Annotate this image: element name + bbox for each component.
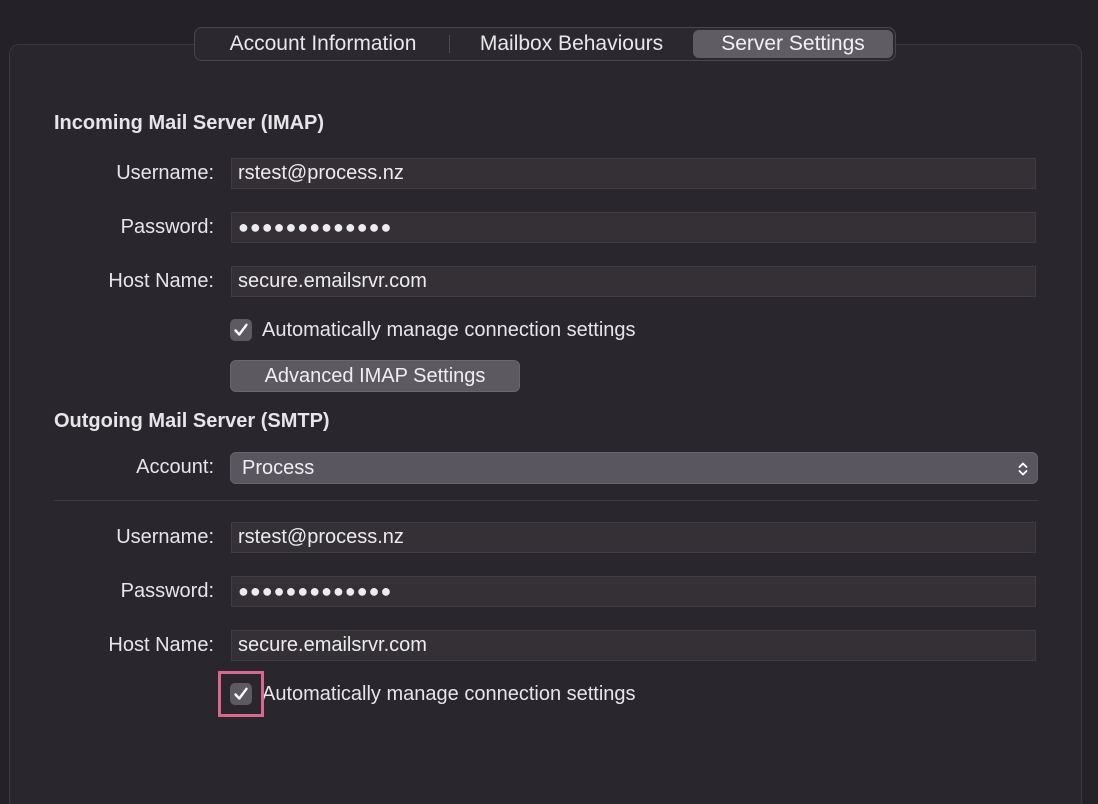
outgoing-account-label: Account: <box>136 456 214 478</box>
tab-mailbox-behaviours[interactable]: Mailbox Behaviours <box>450 30 693 58</box>
outgoing-hostname-field[interactable]: secure.emailsrvr.com <box>231 630 1036 661</box>
incoming-auto-manage-row: Automatically manage connection settings <box>230 318 636 342</box>
incoming-auto-manage-label: Automatically manage connection settings <box>262 318 636 341</box>
incoming-username-field[interactable]: rstest@process.nz <box>231 158 1036 189</box>
outgoing-hostname-label: Host Name: <box>108 634 214 656</box>
outgoing-username-field[interactable]: rstest@process.nz <box>231 522 1036 553</box>
incoming-section-title: Incoming Mail Server (IMAP) <box>54 112 325 134</box>
outgoing-auto-manage-label: Automatically manage connection settings <box>262 682 636 705</box>
outgoing-account-select[interactable]: Process <box>230 452 1038 484</box>
tab-bar: Account Information Mailbox Behaviours S… <box>194 27 896 61</box>
outgoing-password-field[interactable]: ●●●●●●●●●●●●● <box>231 576 1036 607</box>
outgoing-section-title: Outgoing Mail Server (SMTP) <box>54 410 330 432</box>
advanced-imap-settings-button[interactable]: Advanced IMAP Settings <box>230 360 520 392</box>
outgoing-username-label: Username: <box>116 526 214 548</box>
tab-server-settings[interactable]: Server Settings <box>693 30 893 58</box>
incoming-auto-manage-checkbox[interactable] <box>230 319 252 341</box>
incoming-username-label: Username: <box>116 162 214 184</box>
checkmark-icon <box>234 687 248 700</box>
up-down-chevron-icon <box>1018 462 1028 476</box>
incoming-hostname-field[interactable]: secure.emailsrvr.com <box>231 266 1036 297</box>
incoming-hostname-label: Host Name: <box>108 270 214 292</box>
incoming-password-label: Password: <box>120 216 214 238</box>
section-divider <box>54 500 1038 501</box>
tab-account-information[interactable]: Account Information <box>197 30 449 58</box>
incoming-password-field[interactable]: ●●●●●●●●●●●●● <box>231 212 1036 243</box>
outgoing-account-value: Process <box>242 457 315 479</box>
outgoing-password-label: Password: <box>120 580 214 602</box>
outgoing-auto-manage-checkbox[interactable] <box>230 683 252 705</box>
mail-account-settings-window: Account Information Mailbox Behaviours S… <box>0 0 1098 804</box>
outgoing-auto-manage-row: Automatically manage connection settings <box>230 682 636 706</box>
checkmark-icon <box>234 323 248 336</box>
